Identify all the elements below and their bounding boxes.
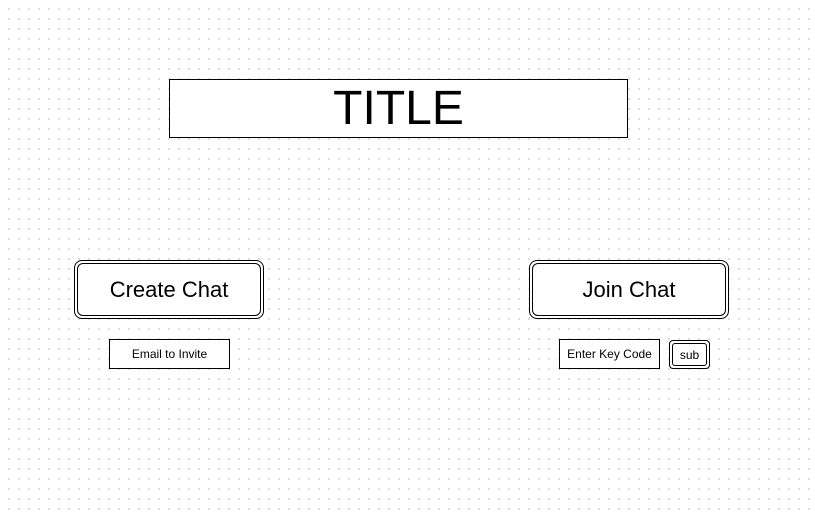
email-invite-field[interactable]: Email to Invite <box>109 339 230 369</box>
page-title: TITLE <box>169 79 628 138</box>
submit-key-button[interactable]: sub <box>669 340 710 369</box>
create-chat-button[interactable]: Create Chat <box>74 260 264 319</box>
key-code-field[interactable]: Enter Key Code <box>559 339 660 369</box>
join-chat-button[interactable]: Join Chat <box>529 260 729 319</box>
wireframe-canvas: TITLE Create Chat Email to Invite Join C… <box>0 0 815 514</box>
